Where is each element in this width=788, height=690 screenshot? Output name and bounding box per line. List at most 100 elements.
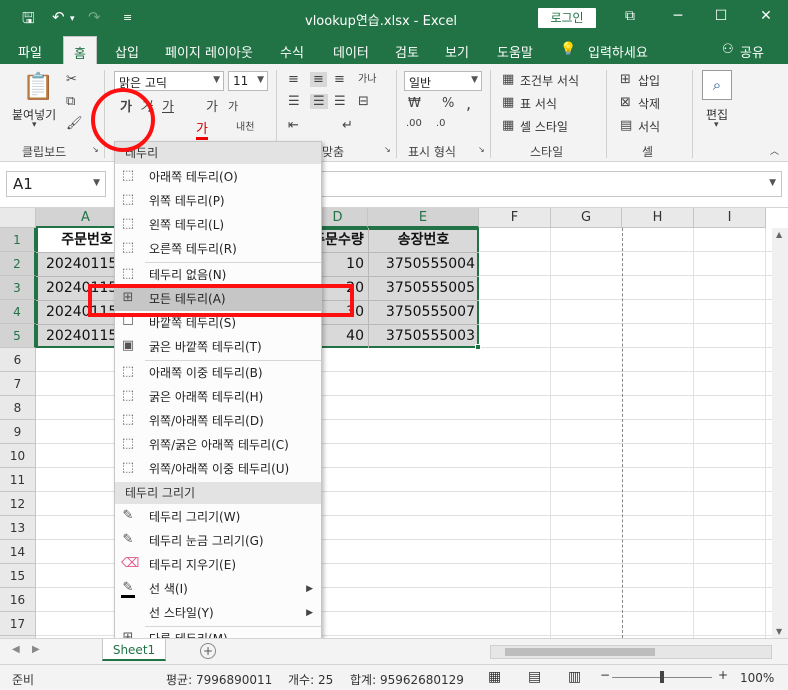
menu-item-top-bottom-border[interactable]: ⬚ 위쪽/아래쪽 테두리(D) — [115, 409, 321, 433]
sheet-prev-icon[interactable]: ◀ — [12, 644, 20, 655]
row-header[interactable]: 5 — [0, 324, 36, 348]
page-layout-view-icon[interactable]: ▤ — [528, 669, 541, 685]
underline-icon[interactable]: 가 — [162, 96, 174, 115]
align-top-icon[interactable]: ≡ — [288, 72, 299, 87]
menu-item-thick-bottom-border[interactable]: ⬚ 굵은 아래쪽 테두리(H) — [115, 385, 321, 409]
comma-icon[interactable]: , — [466, 94, 471, 113]
table-format-button[interactable]: 표 서식 — [520, 95, 557, 112]
menu-item-line-color[interactable]: ✎ 선 색(I) ▶ — [115, 577, 321, 601]
search-icon[interactable]: ⌕ — [702, 70, 732, 100]
chevron-down-icon[interactable]: ▼ — [93, 178, 100, 188]
menu-item-draw-border-grid[interactable]: ✎ 테두리 눈금 그리기(G) — [115, 529, 321, 553]
increase-font-icon[interactable]: 가 — [206, 96, 218, 115]
column-header-i[interactable]: I — [694, 208, 766, 228]
zoom-out-icon[interactable]: − — [600, 668, 610, 682]
increase-decimal-icon[interactable]: .00 — [406, 118, 422, 129]
row-header[interactable]: 8 — [0, 396, 36, 420]
tell-me-search[interactable]: 입력하세요 — [588, 42, 648, 61]
number-format-combo[interactable]: 일반 ▼ — [404, 71, 482, 91]
menu-item-erase-border[interactable]: ⌫ 테두리 지우기(E) — [115, 553, 321, 577]
cell-e5[interactable]: 3750555003 — [368, 324, 479, 348]
delete-button[interactable]: 삭제 — [638, 95, 660, 112]
chevron-down-icon[interactable]: ▾ — [714, 120, 719, 130]
menu-item-bottom-double-border[interactable]: ⬚ 아래쪽 이중 테두리(B) — [115, 361, 321, 385]
row-header[interactable]: 7 — [0, 372, 36, 396]
conditional-format-button[interactable]: 조건부 서식 — [520, 72, 579, 89]
dialog-launcher-icon[interactable]: ↘ — [92, 145, 99, 154]
insert-button[interactable]: 삽입 — [638, 72, 660, 89]
ribbon-display-icon[interactable]: ⧉ — [620, 8, 640, 24]
tab-insert[interactable]: 삽입 — [115, 42, 139, 61]
menu-item-top-border[interactable]: ⬚ 위쪽 테두리(P) — [115, 189, 321, 213]
orientation-icon[interactable]: 가나 — [358, 70, 376, 85]
row-header[interactable]: 9 — [0, 420, 36, 444]
sheet-tab-sheet1[interactable]: Sheet1 — [102, 639, 166, 661]
chevron-down-icon[interactable]: ▼ — [257, 75, 264, 85]
zoom-level[interactable]: 100% — [740, 671, 774, 685]
close-icon[interactable]: ✕ — [756, 8, 776, 24]
align-right-icon[interactable]: ☰ — [334, 94, 346, 109]
decrease-decimal-icon[interactable]: .0 — [436, 118, 446, 129]
row-header[interactable]: 1 — [0, 228, 36, 252]
menu-item-right-border[interactable]: ⬚ 오른쪽 테두리(R) — [115, 237, 321, 261]
row-header[interactable]: 13 — [0, 516, 36, 540]
row-header[interactable]: 4 — [0, 300, 36, 324]
cell-e4[interactable]: 3750555007 — [368, 300, 479, 324]
tab-review[interactable]: 검토 — [395, 42, 419, 61]
fill-handle[interactable] — [475, 344, 481, 350]
menu-item-draw-border[interactable]: ✎ 테두리 그리기(W) — [115, 505, 321, 529]
row-header[interactable]: 6 — [0, 348, 36, 372]
add-sheet-icon[interactable]: + — [200, 643, 216, 659]
normal-view-icon[interactable]: ▦ — [488, 669, 501, 685]
page-break-view-icon[interactable]: ▥ — [568, 669, 581, 685]
chevron-down-icon[interactable]: ▾ — [32, 120, 37, 130]
menu-item-bottom-border[interactable]: ⬚ 아래쪽 테두리(O) — [115, 165, 321, 189]
cell-e1[interactable]: 송장번호 — [368, 228, 479, 252]
redo-icon[interactable]: ↷ — [88, 8, 101, 26]
column-header-h[interactable]: H — [622, 208, 694, 228]
chevron-down-icon[interactable]: ▼ — [213, 75, 220, 85]
tab-data[interactable]: 데이터 — [333, 42, 369, 61]
select-all-corner[interactable] — [0, 208, 36, 228]
cut-icon[interactable]: ✂ — [66, 72, 77, 87]
minimize-icon[interactable]: ─ — [668, 8, 688, 24]
percent-icon[interactable]: % — [442, 96, 454, 111]
tab-formulas[interactable]: 수식 — [280, 42, 304, 61]
row-header[interactable]: 15 — [0, 564, 36, 588]
dialog-launcher-icon[interactable]: ↘ — [384, 145, 391, 154]
align-center-icon[interactable]: ☰ — [310, 94, 328, 109]
row-header[interactable]: 16 — [0, 588, 36, 612]
format-button[interactable]: 서식 — [638, 118, 660, 135]
cell-e2[interactable]: 3750555004 — [368, 252, 479, 276]
chevron-down-icon[interactable]: ▾ — [70, 14, 75, 24]
currency-icon[interactable]: ₩ — [408, 96, 421, 111]
row-header[interactable]: 17 — [0, 612, 36, 636]
row-header[interactable]: 12 — [0, 492, 36, 516]
scroll-up-icon[interactable]: ▲ — [776, 230, 782, 239]
dialog-launcher-icon[interactable]: ↘ — [478, 145, 485, 154]
row-header[interactable]: 2 — [0, 252, 36, 276]
row-header[interactable]: 3 — [0, 276, 36, 300]
format-painter-icon[interactable]: 🖌 — [66, 116, 83, 131]
align-left-icon[interactable]: ☰ — [288, 94, 300, 109]
column-header-f[interactable]: F — [479, 208, 551, 228]
cell-style-button[interactable]: 셀 스타일 — [520, 118, 568, 135]
copy-icon[interactable]: ⧉ — [66, 94, 75, 109]
merge-icon[interactable]: ⊟ — [358, 94, 369, 109]
collapse-ribbon-icon[interactable]: ︿ — [770, 144, 779, 157]
name-box[interactable]: A1 ▼ — [6, 171, 106, 197]
menu-item-thick-outside-border[interactable]: ▣ 굵은 바깥쪽 테두리(T) — [115, 335, 321, 359]
vertical-scrollbar[interactable]: ▲ ▼ — [772, 228, 788, 638]
sheet-next-icon[interactable]: ▶ — [32, 644, 40, 655]
menu-item-left-border[interactable]: ⬚ 왼쪽 테두리(L) — [115, 213, 321, 237]
formula-input[interactable]: ▼ — [320, 171, 782, 197]
horizontal-scrollbar[interactable] — [490, 645, 772, 659]
wrap-text-icon[interactable]: ↵ — [342, 118, 353, 133]
row-header[interactable]: 14 — [0, 540, 36, 564]
zoom-slider-thumb[interactable] — [660, 671, 664, 683]
tab-help[interactable]: 도움말 — [497, 42, 533, 61]
column-header-e[interactable]: E — [368, 208, 479, 228]
chevron-down-icon[interactable]: ▼ — [471, 75, 478, 85]
tab-page-layout[interactable]: 페이지 레이아웃 — [165, 42, 253, 61]
clipboard-icon[interactable]: 📋 — [22, 72, 54, 102]
